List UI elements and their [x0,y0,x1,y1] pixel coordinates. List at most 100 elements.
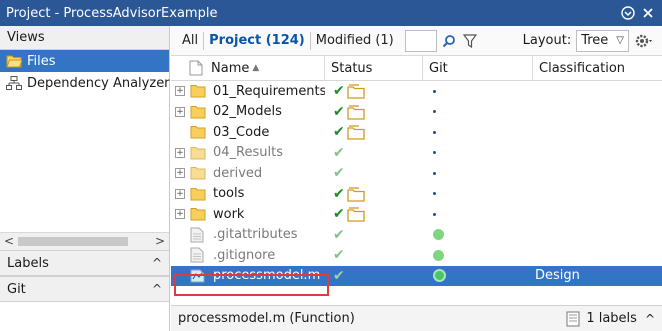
table-row[interactable]: +02_Models ✔ [171,102,662,123]
name-cell[interactable]: +02_Models [171,102,325,123]
status-cell: ✔ [325,225,423,246]
column-header-git[interactable]: Git [423,56,533,80]
file-name: work [213,206,245,222]
check-icon: ✔ [333,206,345,223]
window-title: Project - ProcessAdvisorExample [6,5,218,21]
classification-cell [533,122,662,143]
name-cell[interactable]: 03_Code [171,122,325,143]
folder-open-icon [6,55,22,68]
chevron-up-icon[interactable]: ^ [152,256,162,270]
table-row[interactable]: .gitattributes ✔ [171,225,662,246]
sort-ascending-icon: ▲ [252,63,260,73]
status-cell: ✔ [325,163,423,184]
git-status-dot-icon [433,89,436,93]
column-header-name[interactable]: Name ▲ [171,56,325,80]
git-status-dot-icon [433,130,436,134]
file-icon [190,247,206,263]
tab-all[interactable]: All [177,33,203,48]
column-header-row: Name ▲ Status Git Classification [171,56,662,81]
name-cell[interactable]: + derived [171,163,325,184]
column-header-classification[interactable]: Classification [533,56,662,80]
classification-cell [533,143,662,164]
expand-icon[interactable]: + [175,147,185,158]
chevron-down-icon: ▽ [616,35,624,46]
name-cell[interactable]: .gitignore [171,245,325,266]
column-header-label: Name [211,60,250,76]
git-cell [423,266,533,287]
column-header-status[interactable]: Status [325,56,423,80]
scroll-left-icon[interactable]: < [4,234,14,248]
status-cell: ✔ [325,266,423,287]
name-cell[interactable]: processmodel.m [171,266,325,287]
layout-dropdown[interactable]: Tree ▽ [576,29,629,52]
file-name: 03_Code [213,124,270,140]
status-cell: ✔ [325,204,423,225]
name-cell[interactable]: +04_Results [171,143,325,164]
chevron-up-icon[interactable]: ^ [152,282,162,296]
git-cell [423,122,533,143]
classification-cell [533,245,662,266]
status-cell: ✔ [325,245,423,266]
expand-icon[interactable]: + [175,106,185,117]
folder-icon [190,207,206,221]
file-name: tools [213,186,245,202]
git-unmodified-icon [433,229,444,241]
table-row[interactable]: 03_Code ✔ [171,122,662,143]
check-icon: ✔ [333,103,345,120]
status-cell: ✔ [325,143,423,164]
tab-modified[interactable]: Modified (1) [311,33,399,48]
check-icon: ✔ [333,144,345,161]
view-item-files[interactable]: Files [0,50,169,72]
expand-icon[interactable]: + [175,86,185,97]
git-cell [423,184,533,205]
table-row[interactable]: +04_Results ✔ [171,143,662,164]
name-cell[interactable]: + work [171,204,325,225]
expand-icon[interactable]: + [175,188,185,199]
name-cell[interactable]: + tools [171,184,325,205]
git-section-label: Git [7,281,26,297]
folder-status-icon [345,124,365,140]
table-row[interactable]: +01_Requirements ✔ [171,81,662,102]
file-tree: +01_Requirements ✔ +02_Models ✔ 03_Code ✔ +04_… [171,81,662,286]
matlab-file-icon [190,269,206,283]
file-name: 01_Requirements [213,83,325,99]
classification-cell [533,225,662,246]
labels-section-header[interactable]: Labels ^ [0,250,169,276]
check-icon: ✔ [333,267,345,284]
git-section-header[interactable]: Git ^ [0,276,169,302]
name-cell[interactable]: +01_Requirements [171,81,325,102]
close-icon[interactable] [640,5,656,21]
table-row[interactable]: .gitignore ✔ [171,245,662,266]
file-name: 02_Models [213,104,282,120]
search-icon[interactable] [440,32,458,50]
table-row[interactable]: processmodel.m ✔ Design [171,265,662,287]
views-horizontal-scrollbar[interactable]: < > [0,232,169,250]
search-input[interactable] [404,29,437,52]
name-cell[interactable]: .gitattributes [171,225,325,246]
scroll-thumb[interactable] [18,237,128,246]
gear-icon[interactable] [632,32,656,50]
view-item-dependency-analyzer[interactable]: Dependency Analyzer [0,72,170,94]
git-status-dot-icon [433,192,436,196]
views-header: Views [0,26,169,50]
expand-icon[interactable]: + [175,209,185,220]
table-row[interactable]: + derived ✔ [171,163,662,184]
views-pane: Views Files Dependency Analyzer < > Labe… [0,26,170,331]
tab-project[interactable]: Project (124) [204,33,310,48]
expand-icon[interactable]: + [175,168,185,179]
scroll-right-icon[interactable]: > [155,234,165,248]
folder-status-icon [345,186,365,202]
table-row[interactable]: + work ✔ [171,204,662,225]
column-header-label: Status [331,60,373,76]
file-name: processmodel.m [213,268,321,284]
git-status-dot-icon [433,151,436,155]
minimize-options-icon[interactable] [620,5,636,21]
git-unmodified-icon [433,269,446,283]
filter-icon[interactable] [461,32,479,50]
chevron-up-icon[interactable]: ^ [645,312,655,326]
file-name: derived [213,165,263,181]
table-row[interactable]: + tools ✔ [171,184,662,205]
classification-cell [533,184,662,205]
labels-summary[interactable]: 1 labels ^ [564,311,655,327]
check-icon: ✔ [333,83,345,100]
